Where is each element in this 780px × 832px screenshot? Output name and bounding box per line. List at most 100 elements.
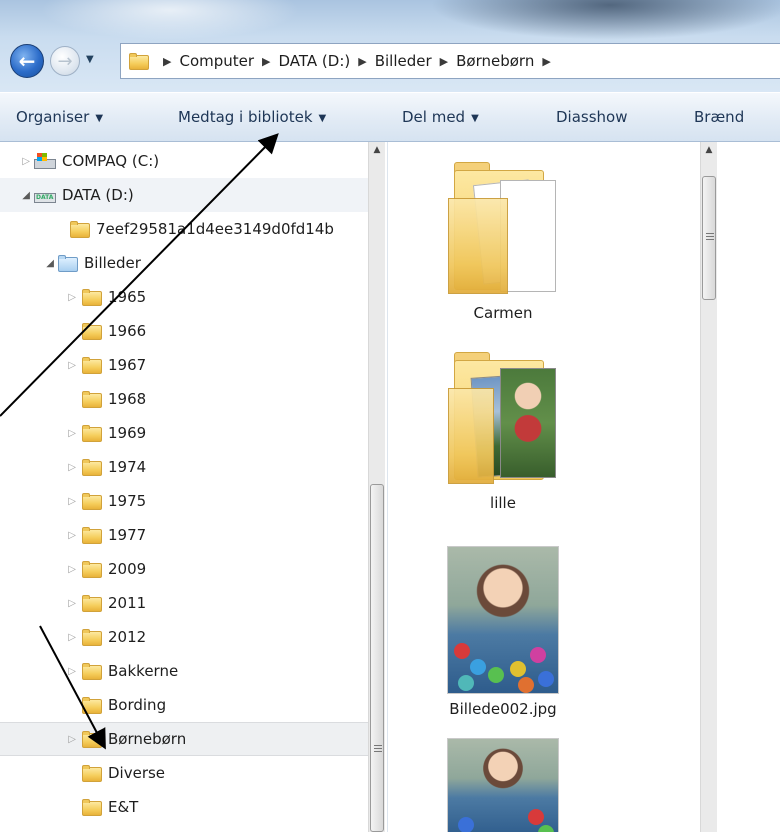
chevron-down-icon: ▼ <box>471 113 479 124</box>
expander-icon[interactable]: ▷ <box>0 530 82 541</box>
tree-item-folder[interactable]: ▷ 1974 <box>0 450 368 484</box>
tree-item-hash-folder[interactable]: 7eef29581a1d4ee3149d0fd14b <box>0 212 368 246</box>
crumb-computer[interactable]: Computer <box>179 52 254 70</box>
expander-icon[interactable]: ▷ <box>0 564 82 575</box>
tree-item-folder[interactable]: ▷ 1977 <box>0 518 368 552</box>
share-with-button[interactable]: Del med ▼ <box>402 108 479 126</box>
window-title-area: ← → ▼ ▶ Computer ▶ DATA (D:) ▶ Billeder … <box>0 0 780 92</box>
tree-item-folder[interactable]: 1968 <box>0 382 368 416</box>
tree-item-folder[interactable]: Bording <box>0 688 368 722</box>
tree-item-folder[interactable]: E&T <box>0 790 368 824</box>
tree-item-folder[interactable]: ▷ 2011 <box>0 586 368 620</box>
chevron-down-icon: ▼ <box>318 113 327 124</box>
crumb-bornebörn[interactable]: Børnebørn <box>456 52 534 70</box>
tree-item-folder[interactable]: ▷ Bakkerne <box>0 654 368 688</box>
folder-icon <box>82 390 102 408</box>
folder-item-lille[interactable]: lille <box>428 348 578 512</box>
expander-open-icon[interactable]: ◢ <box>0 258 58 269</box>
scrollbar-thumb[interactable] <box>370 484 384 832</box>
tree-label: 1965 <box>108 288 147 306</box>
folder-icon <box>82 730 102 748</box>
crumb-billeder[interactable]: Billeder <box>375 52 432 70</box>
burn-button[interactable]: Brænd <box>694 108 744 126</box>
navigation-scrollbar[interactable]: ▲ <box>368 142 385 832</box>
file-list-scrollbar[interactable]: ▲ <box>700 142 717 832</box>
expander-icon[interactable]: ▷ <box>0 156 34 167</box>
tree-label: 2012 <box>108 628 147 646</box>
folder-item-carmen[interactable]: Carmen <box>428 158 578 322</box>
image-item-partial[interactable] <box>428 738 578 832</box>
folder-icon <box>82 798 102 816</box>
pictures-library-icon <box>58 254 78 272</box>
crumb-separator-icon[interactable]: ▶ <box>358 55 366 68</box>
drive-icon: DATA <box>34 187 56 203</box>
tree-label: Bording <box>108 696 167 714</box>
expander-icon[interactable]: ▷ <box>0 428 82 439</box>
recent-pages-dropdown-icon[interactable]: ▼ <box>86 54 98 68</box>
tree-label: E&T <box>108 798 139 816</box>
folder-icon <box>448 158 558 298</box>
scroll-up-arrow-icon[interactable]: ▲ <box>369 142 385 159</box>
folder-icon <box>82 764 102 782</box>
drive-icon <box>34 153 56 169</box>
tree-item-folder[interactable]: ▷ 1965 <box>0 280 368 314</box>
folder-icon <box>82 526 102 544</box>
tree-item-folder[interactable]: ▷ 1975 <box>0 484 368 518</box>
folder-icon <box>82 356 102 374</box>
tree-item-folder[interactable]: Diverse <box>0 756 368 790</box>
expander-icon[interactable]: ▷ <box>0 734 82 745</box>
slideshow-label: Diasshow <box>556 108 628 126</box>
expander-icon[interactable]: ▷ <box>0 292 82 303</box>
tree-label: 7eef29581a1d4ee3149d0fd14b <box>96 220 334 238</box>
crumb-separator-icon[interactable]: ▶ <box>542 55 550 68</box>
tree-item-billeder[interactable]: ◢ Billeder <box>0 246 368 280</box>
expander-icon[interactable]: ▷ <box>0 496 82 507</box>
include-in-library-button[interactable]: Medtag i bibliotek ▼ <box>178 108 326 126</box>
grip-icon <box>374 745 382 746</box>
tree-item-folder[interactable]: ▷ 1969 <box>0 416 368 450</box>
tree-label: 1967 <box>108 356 147 374</box>
back-arrow-icon[interactable]: ← <box>10 44 44 78</box>
crumb-data-drive[interactable]: DATA (D:) <box>279 52 351 70</box>
organise-button[interactable]: Organiser ▼ <box>16 108 103 126</box>
aero-shadow <box>430 0 780 40</box>
scroll-up-arrow-icon[interactable]: ▲ <box>701 142 717 159</box>
expander-icon[interactable]: ▷ <box>0 360 82 371</box>
tree-item-drive-d[interactable]: ◢ DATA DATA (D:) <box>0 178 368 212</box>
expander-icon[interactable]: ▷ <box>0 598 82 609</box>
command-bar: Organiser ▼ Medtag i bibliotek ▼ Del med ▼ … <box>0 92 780 142</box>
crumb-separator-icon[interactable]: ▶ <box>262 55 270 68</box>
burn-label: Brænd <box>694 108 745 126</box>
scrollbar-thumb[interactable] <box>702 176 716 300</box>
tree-item-folder[interactable]: ▷ 1967 <box>0 348 368 382</box>
crumb-separator-icon[interactable]: ▶ <box>163 55 171 68</box>
include-in-library-label: Medtag i bibliotek <box>178 108 313 126</box>
folder-icon <box>82 696 102 714</box>
expander-icon[interactable]: ▷ <box>0 462 82 473</box>
tree-label: Diverse <box>108 764 166 782</box>
folder-icon <box>82 322 102 340</box>
folder-icon <box>82 560 102 578</box>
folder-icon <box>82 594 102 612</box>
expander-open-icon[interactable]: ◢ <box>0 190 34 201</box>
folder-icon <box>82 288 102 306</box>
folder-icon <box>70 220 90 238</box>
tree-label: 1968 <box>108 390 147 408</box>
folder-icon <box>129 52 149 70</box>
address-bar[interactable]: ▶ Computer ▶ DATA (D:) ▶ Billeder ▶ Børn… <box>120 43 780 79</box>
expander-icon[interactable]: ▷ <box>0 632 82 643</box>
image-item-billede002[interactable]: Billede002.jpg <box>428 546 578 718</box>
crumb-separator-icon[interactable]: ▶ <box>440 55 448 68</box>
folder-icon <box>82 662 102 680</box>
expander-icon[interactable]: ▷ <box>0 666 82 677</box>
tree-item-drive-c[interactable]: ▷ COMPAQ (C:) <box>0 144 368 178</box>
folder-icon <box>82 492 102 510</box>
tree-label: 2011 <box>108 594 147 612</box>
forward-arrow-icon[interactable]: → <box>50 46 80 76</box>
tree-item-folder-selected[interactable]: ▷ Børnebørn <box>0 722 368 756</box>
tree-item-folder[interactable]: ▷ 2009 <box>0 552 368 586</box>
folder-icon <box>82 424 102 442</box>
tree-item-folder[interactable]: 1966 <box>0 314 368 348</box>
slideshow-button[interactable]: Diasshow <box>556 108 628 126</box>
tree-item-folder[interactable]: ▷ 2012 <box>0 620 368 654</box>
